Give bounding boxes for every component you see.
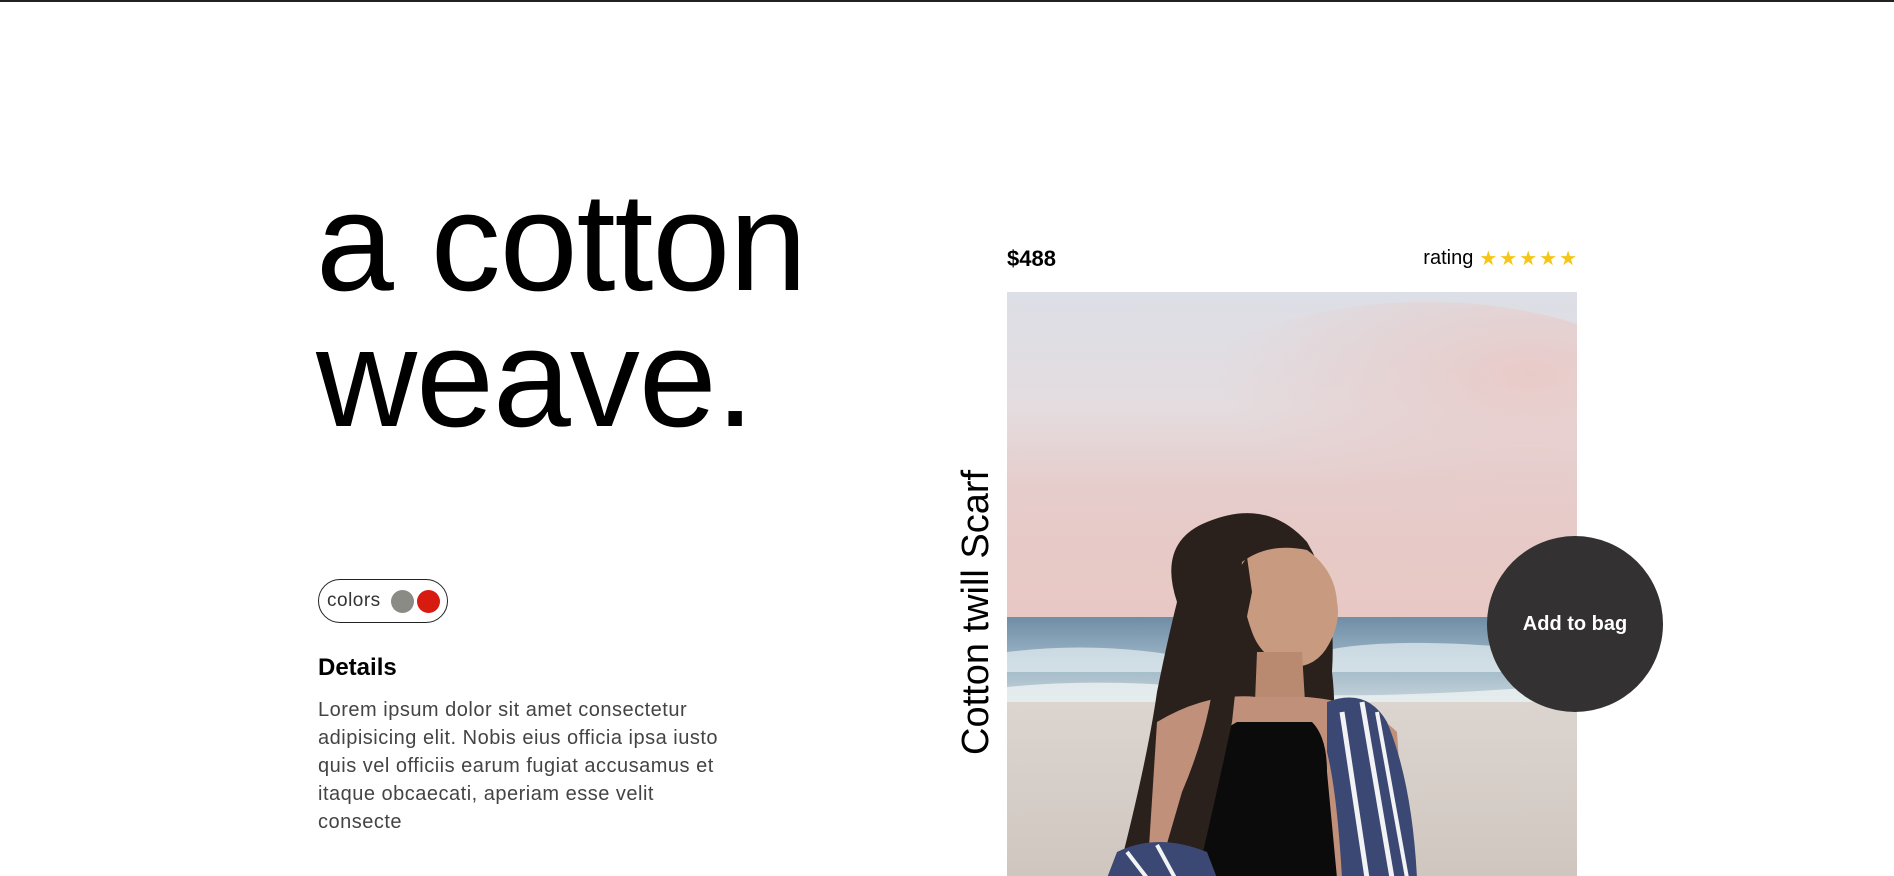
star-icon: ★ — [1559, 247, 1577, 270]
rating-stars: ★ ★ ★ ★ ★ — [1479, 249, 1577, 269]
hero-line-1: a cotton — [316, 163, 807, 320]
colors-label: colors — [327, 590, 381, 611]
product-name: Cotton twill Scarf — [955, 470, 997, 756]
color-swatch-grey[interactable] — [390, 589, 414, 613]
star-icon: ★ — [1499, 247, 1518, 270]
details-description: Lorem ipsum dolor sit amet consectetur a… — [318, 699, 718, 833]
product-rating: rating ★ ★ ★ ★ ★ — [1423, 247, 1577, 270]
hero-line-2: weave. — [316, 299, 755, 456]
star-icon: ★ — [1539, 247, 1558, 270]
star-icon: ★ — [1479, 247, 1498, 270]
add-to-bag-button[interactable]: Add to bag — [1487, 536, 1663, 712]
star-icon: ★ — [1519, 247, 1538, 270]
product-page: a cotton weave. colors Details Lorem ips… — [0, 0, 1894, 876]
hero-headline: a cotton weave. — [316, 163, 807, 456]
rating-label: rating — [1423, 247, 1474, 269]
color-selector: colors — [318, 579, 448, 623]
product-photo — [1007, 292, 1577, 876]
product-price: $488 — [1007, 246, 1056, 271]
color-swatch-red[interactable] — [416, 589, 440, 613]
details-heading: Details — [318, 654, 397, 681]
